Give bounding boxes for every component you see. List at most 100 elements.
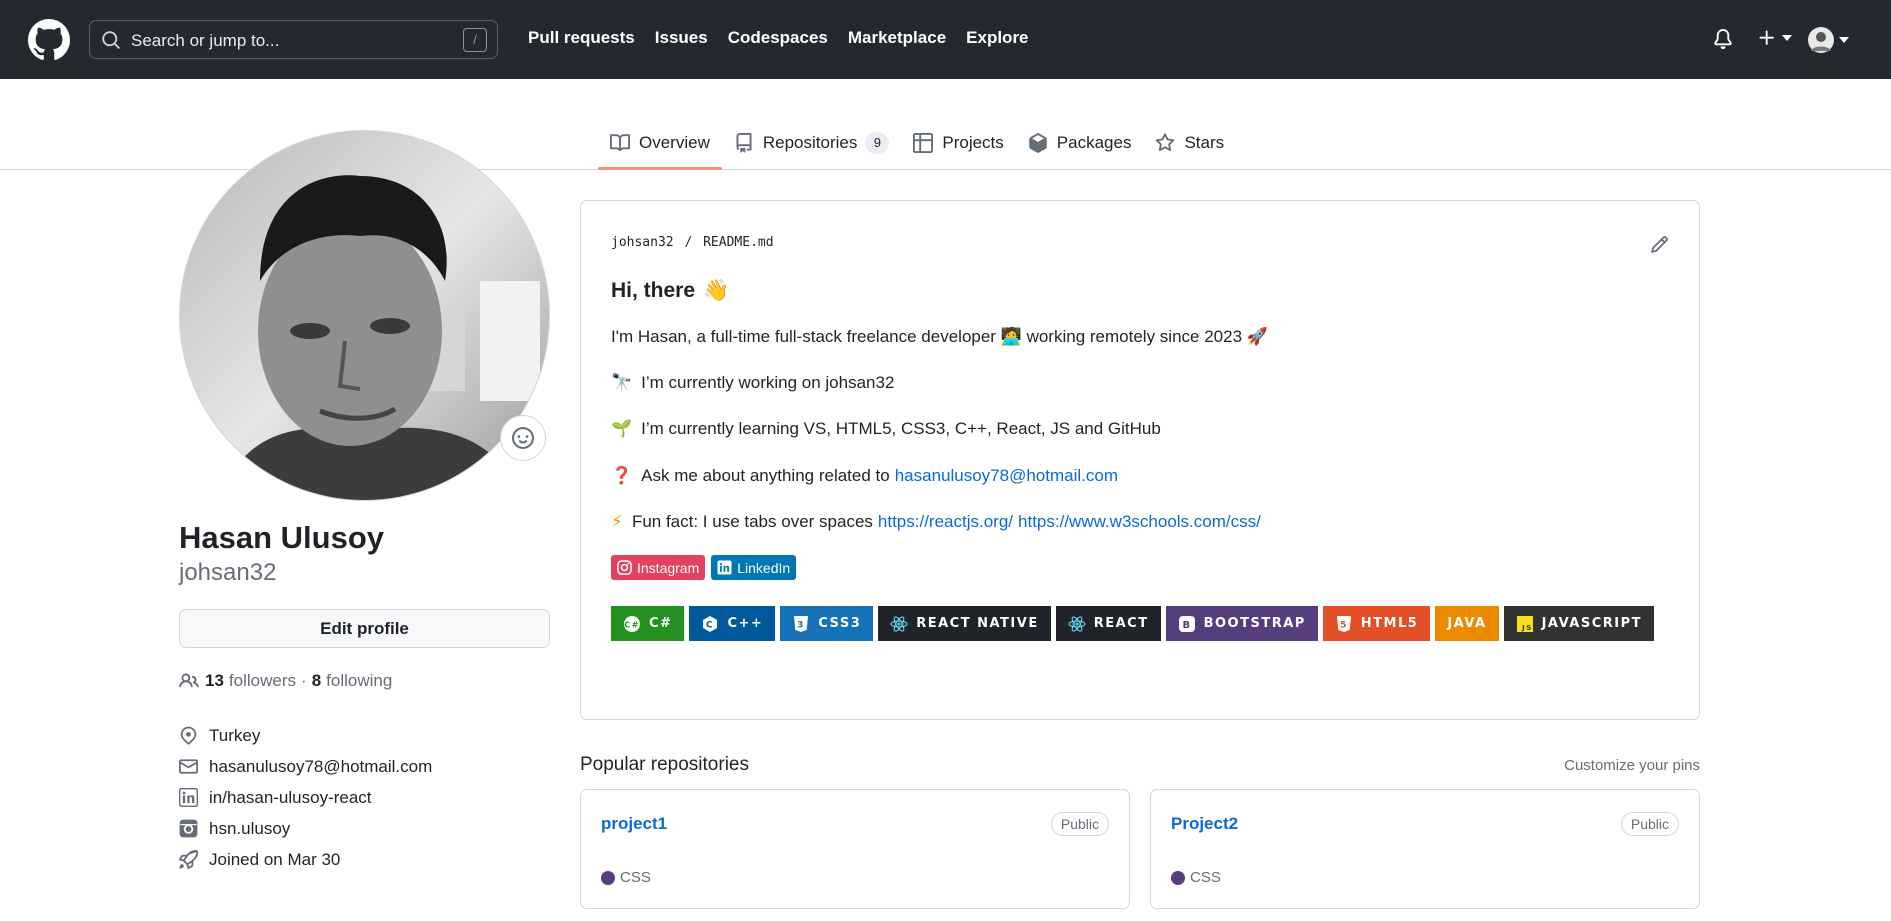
reactjs-link[interactable]: https://reactjs.org/ bbox=[878, 512, 1013, 532]
search-input[interactable]: Search or jump to... / bbox=[89, 20, 498, 59]
instagram-icon bbox=[179, 819, 198, 838]
nav-marketplace[interactable]: Marketplace bbox=[848, 28, 946, 48]
nav-issues[interactable]: Issues bbox=[655, 28, 708, 48]
linkedin-icon bbox=[179, 788, 198, 807]
tab-label: Projects bbox=[942, 132, 1004, 152]
user-menu[interactable] bbox=[1808, 27, 1849, 53]
star-icon bbox=[1156, 132, 1175, 151]
javascript-badge: JS JAVASCRIPT bbox=[1503, 606, 1654, 641]
repo-language-name: CSS bbox=[1190, 869, 1221, 886]
notifications-bell-icon[interactable] bbox=[1713, 28, 1733, 50]
profile-instagram[interactable]: hsn.ulusoy bbox=[179, 813, 432, 844]
email-text[interactable]: hasanulusoy78@hotmail.com bbox=[209, 757, 432, 777]
avatar bbox=[1808, 27, 1834, 53]
nav-pull-requests[interactable]: Pull requests bbox=[528, 28, 635, 48]
repo-language-name: CSS bbox=[620, 869, 651, 886]
cpp-badge: C C++ bbox=[689, 606, 776, 641]
react-native-badge-label: REACT NATIVE bbox=[916, 616, 1039, 631]
html5-icon: 5 bbox=[1335, 615, 1353, 633]
language-color-dot bbox=[1171, 870, 1185, 885]
repo-name-link[interactable]: Project2 bbox=[1171, 814, 1238, 834]
search-icon bbox=[102, 31, 120, 49]
tab-repositories[interactable]: Repositories 9 bbox=[722, 124, 902, 169]
profile-details: Turkey hasanulusoy78@hotmail.com in/hasa… bbox=[179, 720, 432, 875]
following-count[interactable]: 8 bbox=[312, 671, 321, 691]
customize-pins-link[interactable]: Customize your pins bbox=[1564, 757, 1700, 774]
w3schools-link[interactable]: https://www.w3schools.com/css/ bbox=[1018, 512, 1261, 532]
telescope-emoji: 🔭 bbox=[611, 373, 633, 392]
repo-name-link[interactable]: project1 bbox=[601, 814, 667, 834]
csharp-badge-label: C# bbox=[649, 616, 673, 631]
repo-language: CSS bbox=[1171, 869, 1221, 886]
tab-packages[interactable]: Packages bbox=[1016, 124, 1144, 169]
linkedin-icon bbox=[717, 560, 732, 575]
tab-label: Overview bbox=[639, 132, 710, 152]
profile-avatar[interactable] bbox=[179, 130, 550, 501]
bootstrap-badge: B BOOTSTRAP bbox=[1165, 606, 1318, 641]
tab-stars[interactable]: Stars bbox=[1143, 124, 1236, 169]
location-icon bbox=[180, 726, 197, 745]
readme-line-funfact: ⚡ Fun fact: I use tabs over spaces https… bbox=[611, 512, 1261, 532]
global-nav: Pull requests Issues Codespaces Marketpl… bbox=[528, 28, 1029, 48]
repo-icon bbox=[736, 132, 752, 153]
edit-profile-button[interactable]: Edit profile bbox=[179, 609, 550, 648]
followers-count[interactable]: 13 bbox=[205, 671, 224, 691]
pinned-repo-card: Project2 Public CSS bbox=[1150, 789, 1700, 909]
pencil-icon[interactable] bbox=[1650, 235, 1669, 254]
html5-badge: 5 HTML5 bbox=[1322, 606, 1431, 641]
svg-text:3: 3 bbox=[797, 620, 805, 630]
css3-badge: 3 CSS3 bbox=[780, 606, 874, 641]
chevron-down-icon bbox=[1782, 35, 1792, 41]
language-color-dot bbox=[601, 870, 615, 885]
tab-overview[interactable]: Overview bbox=[598, 124, 722, 170]
following-link[interactable]: following bbox=[326, 671, 392, 691]
instagram-badge-label: Instagram bbox=[637, 559, 700, 576]
instagram-badge[interactable]: Instagram bbox=[611, 555, 706, 580]
csharp-icon: C# bbox=[623, 615, 641, 633]
javascript-badge-label: JAVASCRIPT bbox=[1541, 616, 1642, 631]
followers-link[interactable]: followers bbox=[229, 671, 296, 691]
tab-label: Packages bbox=[1056, 132, 1132, 152]
readme-email-link[interactable]: hasanulusoy78@hotmail.com bbox=[895, 466, 1118, 486]
linkedin-text[interactable]: in/hasan-ulusoy-react bbox=[209, 788, 372, 808]
readme-line-ask: ❓ Ask me about anything related to hasan… bbox=[611, 466, 1118, 486]
plus-icon bbox=[1759, 30, 1774, 45]
social-badges: Instagram LinkedIn bbox=[611, 555, 797, 580]
nav-explore[interactable]: Explore bbox=[966, 28, 1028, 48]
repositories-count-badge: 9 bbox=[865, 131, 890, 154]
chevron-down-icon bbox=[1839, 37, 1849, 43]
readme-heading: Hi, there 👋 bbox=[611, 279, 729, 303]
tech-stack-badges: C# C# C C++ 3 CSS3 REACT NATIVE REACT B … bbox=[611, 606, 1671, 641]
profile-username: johsan32 bbox=[179, 559, 277, 586]
css3-badge-label: CSS3 bbox=[818, 616, 862, 631]
repo-visibility-badge: Public bbox=[1620, 812, 1679, 836]
css3-icon: 3 bbox=[792, 615, 810, 633]
nav-codespaces[interactable]: Codespaces bbox=[728, 28, 828, 48]
set-status-button[interactable] bbox=[500, 415, 546, 461]
waving-hand-emoji: 👋 bbox=[703, 279, 730, 302]
rocket-icon bbox=[179, 850, 198, 869]
create-new-menu[interactable] bbox=[1757, 28, 1792, 48]
profile-email[interactable]: hasanulusoy78@hotmail.com bbox=[179, 751, 432, 782]
bootstrap-icon: B bbox=[1178, 615, 1196, 633]
global-header: Search or jump to... / Pull requests Iss… bbox=[0, 0, 1891, 79]
readme-path-user[interactable]: johsan32 bbox=[611, 235, 674, 250]
profile-linkedin[interactable]: in/hasan-ulusoy-react bbox=[179, 782, 432, 813]
readme-path-file[interactable]: README.md bbox=[703, 235, 773, 250]
lightning-emoji: ⚡ bbox=[611, 512, 623, 531]
linkedin-badge[interactable]: LinkedIn bbox=[711, 555, 797, 580]
pinned-repo-card: project1 Public CSS bbox=[580, 789, 1130, 909]
cpp-icon: C bbox=[701, 615, 719, 633]
github-logo-icon[interactable] bbox=[28, 19, 70, 61]
readme-path-separator: / bbox=[684, 235, 693, 250]
tab-projects[interactable]: Projects bbox=[901, 124, 1015, 169]
instagram-text[interactable]: hsn.ulusoy bbox=[209, 819, 290, 839]
book-icon bbox=[610, 133, 630, 151]
tab-label: Repositories bbox=[762, 132, 858, 152]
follow-separator: · bbox=[301, 671, 307, 690]
joined-text: Joined on Mar 30 bbox=[209, 849, 341, 869]
java-badge: JAVA bbox=[1435, 606, 1499, 641]
package-icon bbox=[1029, 132, 1047, 153]
repo-language: CSS bbox=[601, 869, 651, 886]
readme-line-learning: 🌱 I’m currently learning VS, HTML5, CSS3… bbox=[611, 419, 1161, 439]
